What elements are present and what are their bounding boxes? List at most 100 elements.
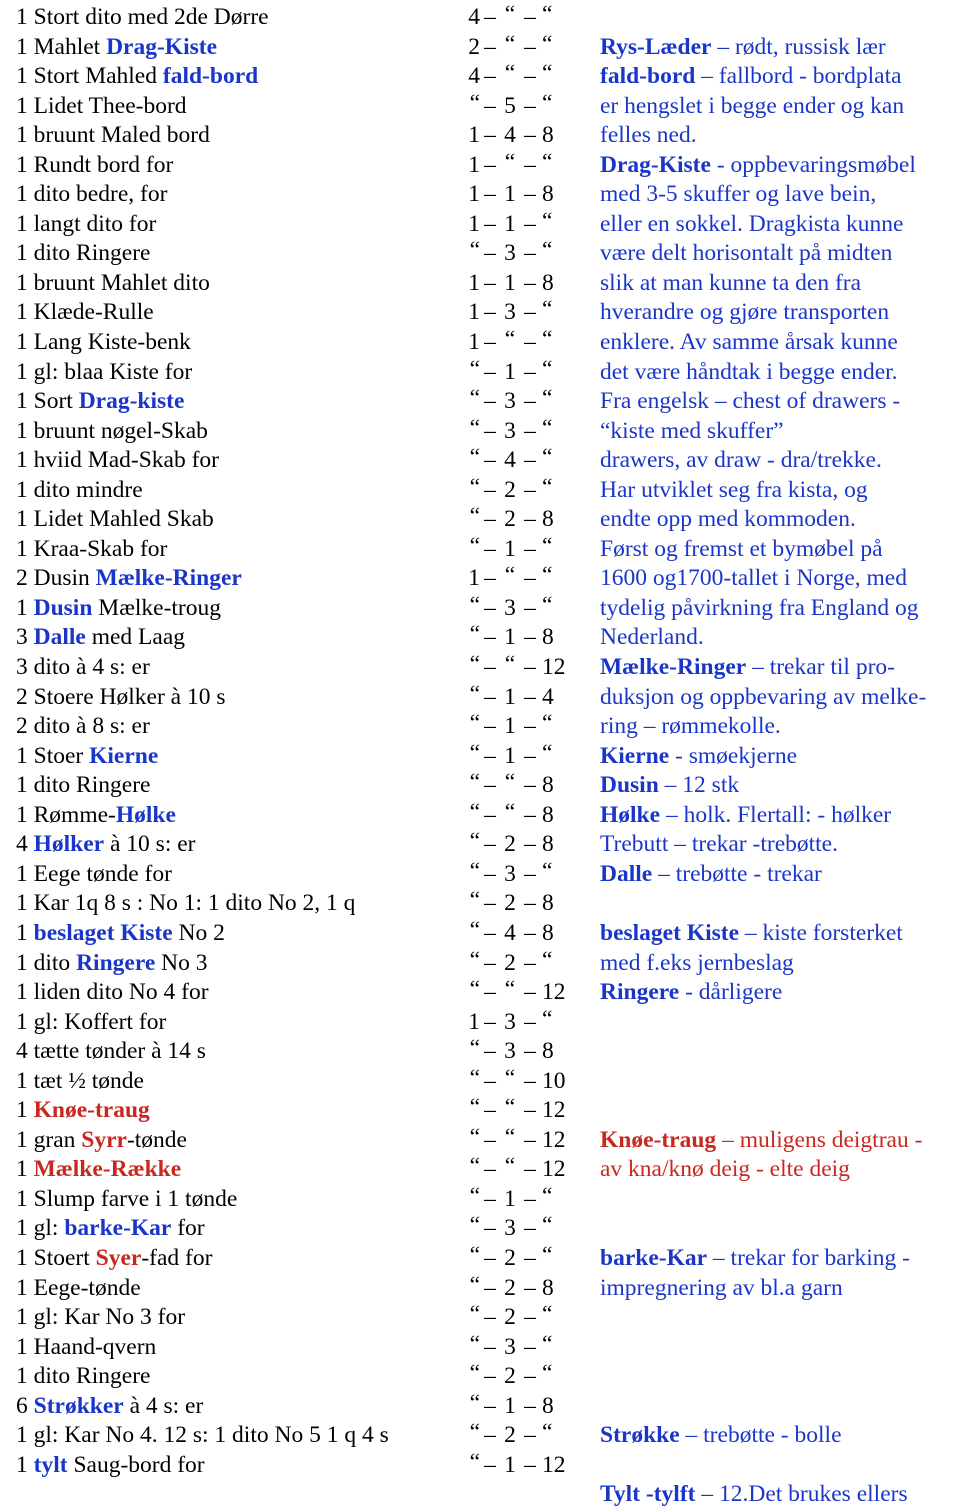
- inventory-amount: “–2– “: [446, 1360, 596, 1392]
- amount-b: 2: [504, 890, 516, 917]
- amount-a: “: [469, 89, 480, 116]
- glossary-line: Mælke-Ringer – trekar til pro-: [600, 653, 960, 683]
- amount-b: “: [504, 562, 516, 589]
- amount-separator: –: [524, 1274, 536, 1301]
- glossary-definition-text: – holk. Flertall: - hølker: [660, 801, 892, 828]
- inventory-item-description: 1 Dusin Mælke-troug: [0, 594, 446, 624]
- amount-b: 2: [504, 1274, 516, 1301]
- item-text: 1 Slump farve i 1 tønde: [16, 1185, 238, 1212]
- inventory-item-description: 2 Stoere Hølker à 10 s: [0, 683, 446, 713]
- amount-separator: –: [484, 476, 496, 503]
- inventory-amount: “– “–8: [446, 769, 596, 801]
- inventory-amount: 1–3– “: [446, 296, 596, 328]
- inventory-row: 1 dito Ringere “– “–8: [0, 769, 596, 801]
- amount-separator: –: [484, 919, 496, 946]
- glossary-spacer-line: [600, 1333, 960, 1363]
- amount-a: 1: [468, 210, 480, 237]
- amount-separator: –: [484, 831, 496, 858]
- inventory-row: 4 Hølker à 10 s: er “–2–8: [0, 828, 596, 860]
- inventory-item-description: 1 Lidet Mahled Skab: [0, 505, 446, 535]
- glossary-line: drawers, av draw - dra/trekke.: [600, 446, 960, 476]
- amount-b: “: [504, 1064, 516, 1091]
- glossary-definition-text: Fra engelsk – chest of drawers -: [600, 388, 901, 415]
- inventory-row: 1 Stoert Syer-fad for “–2– “: [0, 1242, 596, 1274]
- amount-b: “: [504, 651, 516, 678]
- inventory-amount: “–1– “: [446, 1183, 596, 1215]
- amount-separator: –: [484, 1304, 496, 1331]
- amount-separator: –: [524, 1392, 536, 1419]
- inventory-row: 1 bruunt nøgel-Skab “–3– “: [0, 414, 596, 447]
- amount-separator: –: [484, 1451, 496, 1478]
- item-text: 1 Kar 1q 8 s : No 1: 1 dito No 2, 1 q: [16, 890, 356, 917]
- amount-b: 1: [504, 1392, 516, 1419]
- amount-b: 1: [504, 683, 516, 710]
- amount-separator: –: [484, 1363, 496, 1390]
- amount-separator: –: [524, 240, 536, 267]
- amount-c: 12: [542, 654, 566, 681]
- amount-b: “: [504, 148, 516, 175]
- glossary-term-blue: Strøkker: [33, 1392, 124, 1419]
- inventory-amount: “–1– “: [446, 356, 596, 388]
- amount-c: “: [542, 60, 553, 87]
- inventory-row: 2 dito à 8 s: er “–1– “: [0, 710, 596, 742]
- amount-b: 3: [504, 860, 516, 887]
- inventory-item-description: 1 bruunt Maled bord: [0, 121, 446, 151]
- glossary-notes-column: Rys-Læder – rødt, russisk lær fald-bord –…: [596, 0, 960, 1510]
- glossary-term: beslaget Kiste: [600, 919, 740, 946]
- glossary-term: Ringere: [600, 979, 680, 1006]
- amount-separator: –: [524, 565, 536, 592]
- amount-c: “: [542, 1330, 553, 1357]
- glossary-definition-text: Først og fremst et bymøbel på: [600, 535, 883, 562]
- inventory-amount: 1–1–8: [446, 180, 596, 210]
- amount-c: 12: [542, 1097, 566, 1124]
- amount-a: “: [469, 414, 480, 441]
- amount-b: 2: [504, 831, 516, 858]
- amount-separator: –: [524, 63, 536, 90]
- amount-separator: –: [484, 240, 496, 267]
- inventory-item-description: 1 langt dito for: [0, 210, 446, 240]
- amount-a: “: [469, 1448, 480, 1475]
- glossary-line: med 3-5 skuffer og lave bein,: [600, 180, 960, 210]
- amount-b: 4: [504, 447, 516, 474]
- inventory-amount: 1–3– “: [446, 1006, 596, 1038]
- glossary-line: Tylt -tylft – 12.Det brukes ellers: [600, 1480, 960, 1510]
- glossary-line: Drag-Kiste - oppbevaringsmøbel: [600, 151, 960, 181]
- glossary-term-blue: barke-Kar: [64, 1215, 172, 1242]
- item-text: -fad for: [141, 1244, 213, 1271]
- glossary-line: er hengslet i begge ender og kan: [600, 92, 960, 122]
- glossary-line: Dusin – 12 stk: [600, 771, 960, 801]
- glossary-term-blue: Ringere: [76, 949, 156, 976]
- amount-c: 10: [542, 1067, 566, 1094]
- amount-a: “: [469, 1035, 480, 1062]
- amount-a: “: [469, 887, 480, 914]
- glossary-line: eller en sokkel. Dragkista kunne: [600, 210, 960, 240]
- inventory-item-description: 1 Lang Kiste-benk: [0, 328, 446, 358]
- inventory-amount: “– “–8: [446, 799, 596, 831]
- glossary-term-blue: beslaget Kiste: [33, 919, 173, 946]
- glossary-line: duksjon og oppbevaring av melke-: [600, 683, 960, 713]
- glossary-line: felles ned.: [600, 121, 960, 151]
- inventory-amount: “–2– “: [446, 1301, 596, 1333]
- amount-a: “: [469, 1271, 480, 1298]
- glossary-line: beslaget Kiste – kiste forsterket: [600, 919, 960, 949]
- amount-separator: –: [484, 1038, 496, 1065]
- amount-separator: –: [484, 1185, 496, 1212]
- item-text: 4 tætte tønder à 14 s: [16, 1038, 206, 1065]
- amount-c: 12: [542, 1156, 566, 1183]
- item-text: 1: [16, 594, 34, 621]
- glossary-definition-text: – trekar for barking -: [707, 1244, 910, 1271]
- amount-b: 1: [504, 358, 516, 385]
- glossary-definition-text: med f.eks jernbeslag: [600, 949, 794, 976]
- glossary-definition-text: slik at man kunne ta den fra: [600, 269, 862, 296]
- glossary-term-blue: Mælke-Ringer: [95, 565, 242, 592]
- item-text: No 3: [155, 949, 208, 976]
- inventory-item-description: 1 Rømme-Hølke: [0, 801, 446, 831]
- glossary-definition-text: duksjon og oppbevaring av melke-: [600, 683, 927, 710]
- glossary-line: tydelig påvirkning fra England og: [600, 594, 960, 624]
- item-text: 1 bruunt Mahlet dito: [16, 269, 210, 296]
- amount-a: 1: [468, 122, 480, 149]
- inventory-item-description: 1 dito bedre, for: [0, 180, 446, 210]
- inventory-item-description: 1 dito Ringere: [0, 1362, 446, 1392]
- amount-b: 3: [504, 1333, 516, 1360]
- glossary-line: Trebutt – trekar -trebøtte.: [600, 830, 960, 860]
